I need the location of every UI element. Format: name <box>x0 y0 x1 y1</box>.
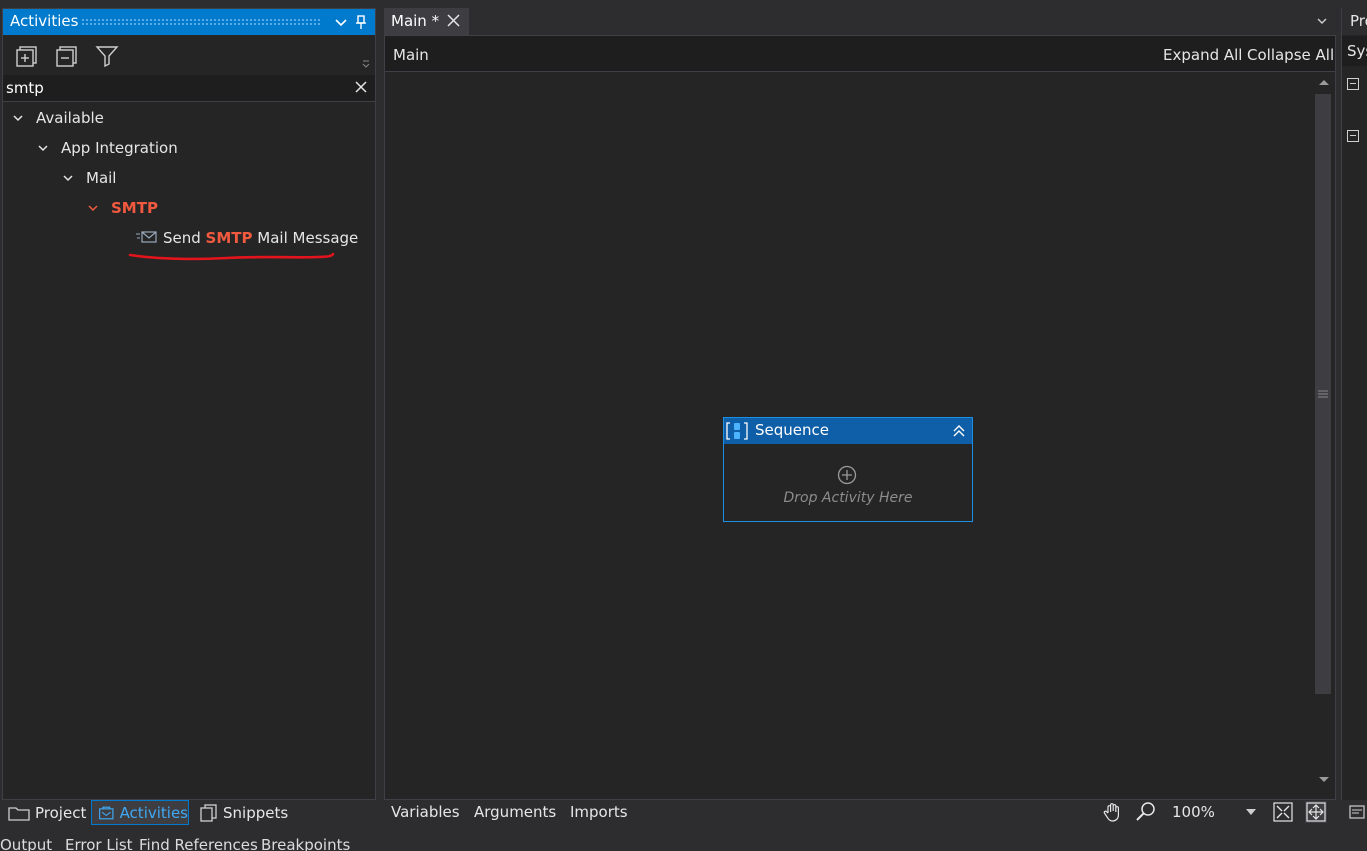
activities-panel-title: Activities <box>10 12 79 30</box>
scrollbar-thumb[interactable] <box>1315 94 1331 694</box>
activities-search <box>3 75 375 102</box>
add-activity-icon[interactable] <box>837 465 857 485</box>
tree-node-label: App Integration <box>61 139 178 157</box>
tree-node-label: SMTP <box>111 199 158 217</box>
tab-activities-label: Activities <box>119 803 188 822</box>
collapse-all-icon[interactable] <box>55 44 79 68</box>
panel-drag-grip[interactable] <box>81 18 321 25</box>
properties-panel-title: Pro <box>1350 12 1367 30</box>
properties-selector-label: Sys <box>1347 42 1367 60</box>
sequence-icon <box>726 421 748 441</box>
imports-tab[interactable]: Imports <box>570 803 628 821</box>
zoom-search-icon[interactable] <box>1135 801 1157 823</box>
activities-icon <box>99 806 114 819</box>
chevron-down-icon[interactable] <box>37 142 49 154</box>
tab-snippets-label: Snippets <box>223 803 289 822</box>
properties-icon[interactable] <box>1349 804 1367 820</box>
arguments-tab[interactable]: Arguments <box>474 803 556 821</box>
expand-all-icon[interactable] <box>15 44 39 68</box>
activity-label-prefix: Send <box>163 229 206 247</box>
chevron-down-icon[interactable] <box>333 14 349 30</box>
snippets-icon <box>200 803 217 822</box>
collapse-icon[interactable] <box>952 424 966 438</box>
chevron-down-icon[interactable] <box>12 112 24 124</box>
activities-panel: Activities Available Ap <box>2 8 376 800</box>
tree-node-label: Available <box>36 109 104 127</box>
tab-main[interactable]: Main * <box>384 8 469 35</box>
drop-activity-hint: Drop Activity Here <box>783 490 913 506</box>
properties-panel-header: Pro <box>1342 8 1367 35</box>
filter-icon[interactable] <box>95 44 119 68</box>
tab-output[interactable]: Output <box>0 836 52 851</box>
tree-node-smtp[interactable]: SMTP <box>87 196 158 220</box>
overview-map-icon[interactable] <box>1305 801 1327 823</box>
close-icon[interactable] <box>447 14 460 27</box>
tree-node-available[interactable]: Available <box>12 106 104 130</box>
activity-send-smtp-mail-message[interactable]: Send SMTP Mail Message <box>136 226 358 250</box>
zoom-dropdown-icon[interactable] <box>1246 809 1256 816</box>
collapse-group-icon[interactable] <box>1347 130 1359 142</box>
clear-search-icon[interactable] <box>354 80 368 94</box>
scroll-down-icon[interactable] <box>1318 776 1330 784</box>
collapse-group-icon[interactable] <box>1347 78 1359 90</box>
chevron-down-icon[interactable] <box>62 172 74 184</box>
designer-header: Main Expand All Collapse All <box>385 36 1335 72</box>
breadcrumb[interactable]: Main <box>393 46 429 64</box>
tab-main-label: Main * <box>391 12 440 30</box>
scroll-up-icon[interactable] <box>1318 78 1330 86</box>
sequence-activity[interactable]: Sequence Drop Activity Here <box>723 417 973 522</box>
tab-snippets[interactable]: Snippets <box>198 800 298 825</box>
expand-all-link[interactable]: Expand All <box>1163 46 1242 64</box>
output-tabs: Output Error List Find References Breakp… <box>0 836 1367 851</box>
pin-icon[interactable] <box>353 14 369 30</box>
activity-label-suffix: Mail Message <box>252 229 359 247</box>
search-input[interactable] <box>6 77 346 99</box>
properties-selector[interactable]: Sys <box>1342 36 1367 66</box>
tab-activities[interactable]: Activities <box>91 800 189 825</box>
chevron-down-icon[interactable] <box>1316 15 1328 27</box>
tree-node-app-integration[interactable]: App Integration <box>37 136 178 160</box>
folder-icon <box>8 806 30 821</box>
fit-to-screen-icon[interactable] <box>1272 801 1294 823</box>
tab-find-references[interactable]: Find References <box>139 836 258 851</box>
sequence-title: Sequence <box>755 421 829 439</box>
hand-pan-icon[interactable] <box>1102 801 1124 823</box>
tree-node-mail[interactable]: Mail <box>62 166 116 190</box>
mail-icon <box>136 231 157 243</box>
workflow-designer: Main Expand All Collapse All Sequence Dr… <box>384 35 1336 800</box>
activities-toolbar <box>3 35 375 75</box>
left-panel-tabs: Project Activities Snippets <box>2 800 378 825</box>
designer-canvas[interactable]: Sequence Drop Activity Here <box>385 72 1313 799</box>
sequence-header[interactable]: Sequence <box>724 418 972 444</box>
properties-panel-tabs <box>1341 800 1367 825</box>
collapse-all-link[interactable]: Collapse All <box>1247 46 1334 64</box>
designer-footer: Variables Arguments Imports 100% <box>384 800 1336 825</box>
tab-project[interactable]: Project <box>8 800 92 825</box>
tab-error-list[interactable]: Error List <box>65 836 133 851</box>
chevron-down-icon[interactable] <box>87 202 99 214</box>
tree-node-label: Mail <box>86 169 117 187</box>
activities-panel-header: Activities <box>3 9 375 35</box>
toolbar-overflow-icon[interactable] <box>361 59 371 69</box>
zoom-level[interactable]: 100% <box>1172 803 1215 821</box>
red-underline-annotation <box>128 252 335 261</box>
tab-project-label: Project <box>35 803 87 822</box>
activity-label-highlight: SMTP <box>205 229 253 247</box>
properties-panel: Pro Sys <box>1341 8 1367 800</box>
tab-breakpoints[interactable]: Breakpoints <box>261 836 350 851</box>
document-tabstrip: Main * <box>384 8 1336 35</box>
variables-tab[interactable]: Variables <box>391 803 460 821</box>
